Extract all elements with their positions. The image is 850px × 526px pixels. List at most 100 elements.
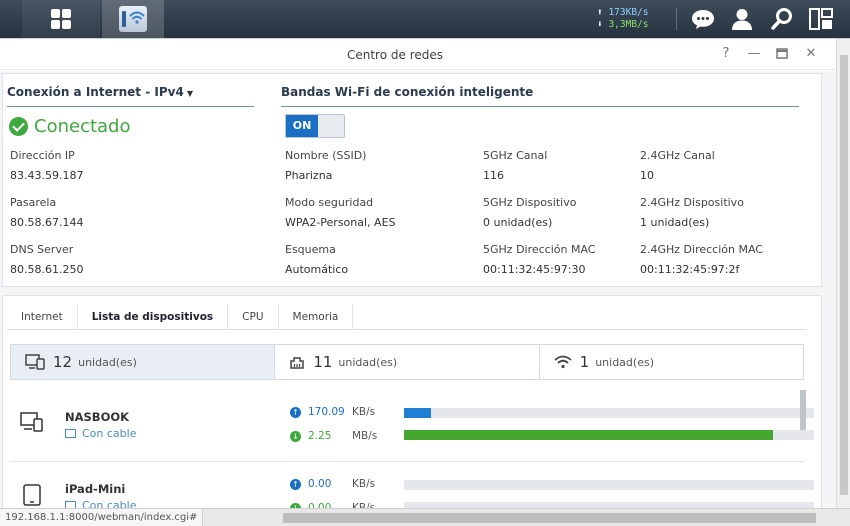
upload-rate: ↑ 0.00 KB/s	[290, 478, 375, 490]
devices-5ghz-value: 0 unidad(es)	[483, 216, 553, 229]
devices-icon	[25, 354, 45, 370]
upload-bar	[404, 408, 814, 418]
dns-value: 80.58.61.250	[10, 263, 84, 276]
mac-24ghz-label: 2.4GHz Dirección MAC	[640, 243, 763, 256]
mac-24ghz-value: 00:11:32:45:97:2f	[640, 263, 740, 276]
window-titlebar[interactable]: Centro de redes ? — ✕	[0, 39, 850, 70]
count-wireless: 1	[579, 353, 590, 371]
section-underline	[281, 106, 799, 107]
tab-cpu[interactable]: CPU	[228, 304, 279, 330]
ip-value: 83.43.59.187	[10, 169, 84, 182]
main-menu-button[interactable]	[22, 0, 100, 38]
channel-24ghz-value: 10	[640, 169, 654, 182]
download-arrow-icon: ⬇	[597, 19, 609, 30]
grid-icon	[51, 9, 71, 29]
tablet-device-icon	[23, 484, 41, 506]
status-url: 192.168.1.1:8000/webman/index.cgi#	[0, 509, 204, 526]
tab-memory[interactable]: Memoria	[279, 304, 354, 330]
upload-bar-fill	[404, 408, 431, 418]
ssid-value: Pharizna	[285, 169, 333, 182]
computer-device-icon	[20, 412, 43, 432]
check-circle-icon	[9, 117, 28, 136]
channel-5ghz-label: 5GHz Canal	[483, 149, 548, 162]
security-label: Modo seguridad	[285, 196, 374, 209]
browser-status-bar: 192.168.1.1:8000/webman/index.cgi#	[0, 508, 850, 526]
wifi-section-title: Bandas Wi-Fi de conexión inteligente	[281, 85, 534, 99]
filter-all-devices[interactable]: 12 unidad(es)	[11, 345, 276, 379]
horizontal-scrollbar-thumb[interactable]	[283, 513, 816, 523]
security-value: WPA2-Personal, AES	[285, 216, 396, 229]
devices-24ghz-value: 1 unidad(es)	[640, 216, 710, 229]
maximize-button[interactable]	[773, 45, 791, 63]
mac-5ghz-label: 5GHz Dirección MAC	[483, 243, 596, 256]
channel-24ghz-label: 2.4GHz Canal	[640, 149, 715, 162]
filter-wireless-devices[interactable]: 1 unidad(es)	[539, 345, 803, 379]
upload-speed: 173KB/s	[608, 7, 649, 18]
wired-connection-icon	[65, 429, 76, 438]
mac-5ghz-value: 00:11:32:45:97:30	[483, 263, 586, 276]
device-name: iPad-Mini	[65, 482, 126, 496]
maximize-icon	[776, 48, 788, 59]
minimize-button[interactable]: —	[745, 45, 763, 63]
widgets-icon[interactable]	[808, 7, 834, 31]
network-center-window: Centro de redes ? — ✕ Conexión a Interne…	[0, 38, 850, 526]
overview-panel: Conexión a Internet - IPv4 ▼ Conectado Di…	[2, 73, 822, 287]
internet-section-title[interactable]: Conexión a Internet - IPv4 ▼	[7, 85, 193, 99]
devices-24ghz-label: 2.4GHz Dispositivo	[640, 196, 744, 209]
upload-rate: ↑ 170.09 KB/s	[290, 406, 375, 418]
details-panel: Internet Lista de dispositivos CPU Memor…	[2, 295, 822, 514]
section-underline	[7, 106, 254, 107]
scheme-label: Esquema	[285, 243, 336, 256]
device-count-filter: 12 unidad(es) 11 unidad(es) 1 unidad(es)	[10, 344, 804, 380]
chat-icon[interactable]	[690, 7, 716, 31]
close-button[interactable]: ✕	[802, 45, 820, 63]
upload-bar	[404, 480, 814, 490]
connection-status-text: Conectado	[34, 116, 131, 137]
toggle-on-label: ON	[286, 115, 318, 137]
scrollbar-thumb[interactable]	[840, 55, 848, 495]
window-content: Conexión a Internet - IPv4 ▼ Conectado Di…	[0, 71, 836, 514]
network-center-taskbar-button[interactable]	[102, 0, 164, 38]
ethernet-icon	[290, 357, 305, 369]
dns-label: DNS Server	[10, 243, 74, 256]
router-icon	[119, 6, 147, 32]
smart-connect-toggle[interactable]: ON	[285, 114, 345, 138]
device-name: NASBOOK	[65, 410, 130, 424]
user-icon[interactable]	[729, 7, 755, 31]
wifi-icon	[554, 355, 572, 369]
download-bar-fill	[404, 430, 773, 440]
count-wired: 11	[313, 353, 333, 371]
channel-5ghz-value: 116	[483, 169, 504, 182]
tab-device-list[interactable]: Lista de dispositivos	[78, 304, 229, 330]
download-bar	[404, 430, 814, 440]
devices-5ghz-label: 5GHz Dispositivo	[483, 196, 577, 209]
window-vertical-scrollbar[interactable]	[836, 39, 850, 526]
gateway-value: 80.58.67.144	[10, 216, 84, 229]
upload-arrow-icon: ↑	[290, 406, 301, 418]
network-speed-readout: ⬆ 173KB/s ⬇ 3,3MB/s	[597, 7, 649, 31]
download-arrow-icon: ↓	[290, 430, 301, 442]
help-button[interactable]: ?	[717, 45, 735, 63]
ssid-label: Nombre (SSID)	[285, 149, 367, 162]
device-row[interactable]: NASBOOK Con cable ↑ 170.09 KB/s ↓ 2.25 M…	[10, 390, 814, 462]
ip-label: Dirección IP	[10, 149, 75, 162]
device-connection-type: Con cable	[65, 427, 136, 440]
count-unit: unidad(es)	[595, 355, 654, 369]
count-all: 12	[53, 353, 73, 371]
taskbar: ⬆ 173KB/s ⬇ 3,3MB/s	[0, 0, 850, 38]
tab-internet[interactable]: Internet	[7, 304, 78, 330]
taskbar-divider	[676, 8, 677, 30]
search-icon[interactable]	[769, 7, 795, 31]
download-speed: 3,3MB/s	[608, 19, 649, 30]
count-unit: unidad(es)	[338, 355, 398, 369]
upload-arrow-icon: ⬆	[597, 7, 609, 18]
filter-wired-devices[interactable]: 11 unidad(es)	[275, 345, 540, 379]
gateway-label: Pasarela	[10, 196, 57, 209]
dropdown-caret-icon: ▼	[186, 89, 193, 98]
upload-arrow-icon: ↑	[290, 478, 301, 490]
device-list-scrollbar[interactable]	[800, 390, 806, 430]
scheme-value: Automático	[285, 263, 349, 276]
connection-status: Conectado	[9, 116, 131, 137]
count-unit: unidad(es)	[78, 355, 137, 369]
download-rate: ↓ 2.25 MB/s	[290, 430, 377, 442]
